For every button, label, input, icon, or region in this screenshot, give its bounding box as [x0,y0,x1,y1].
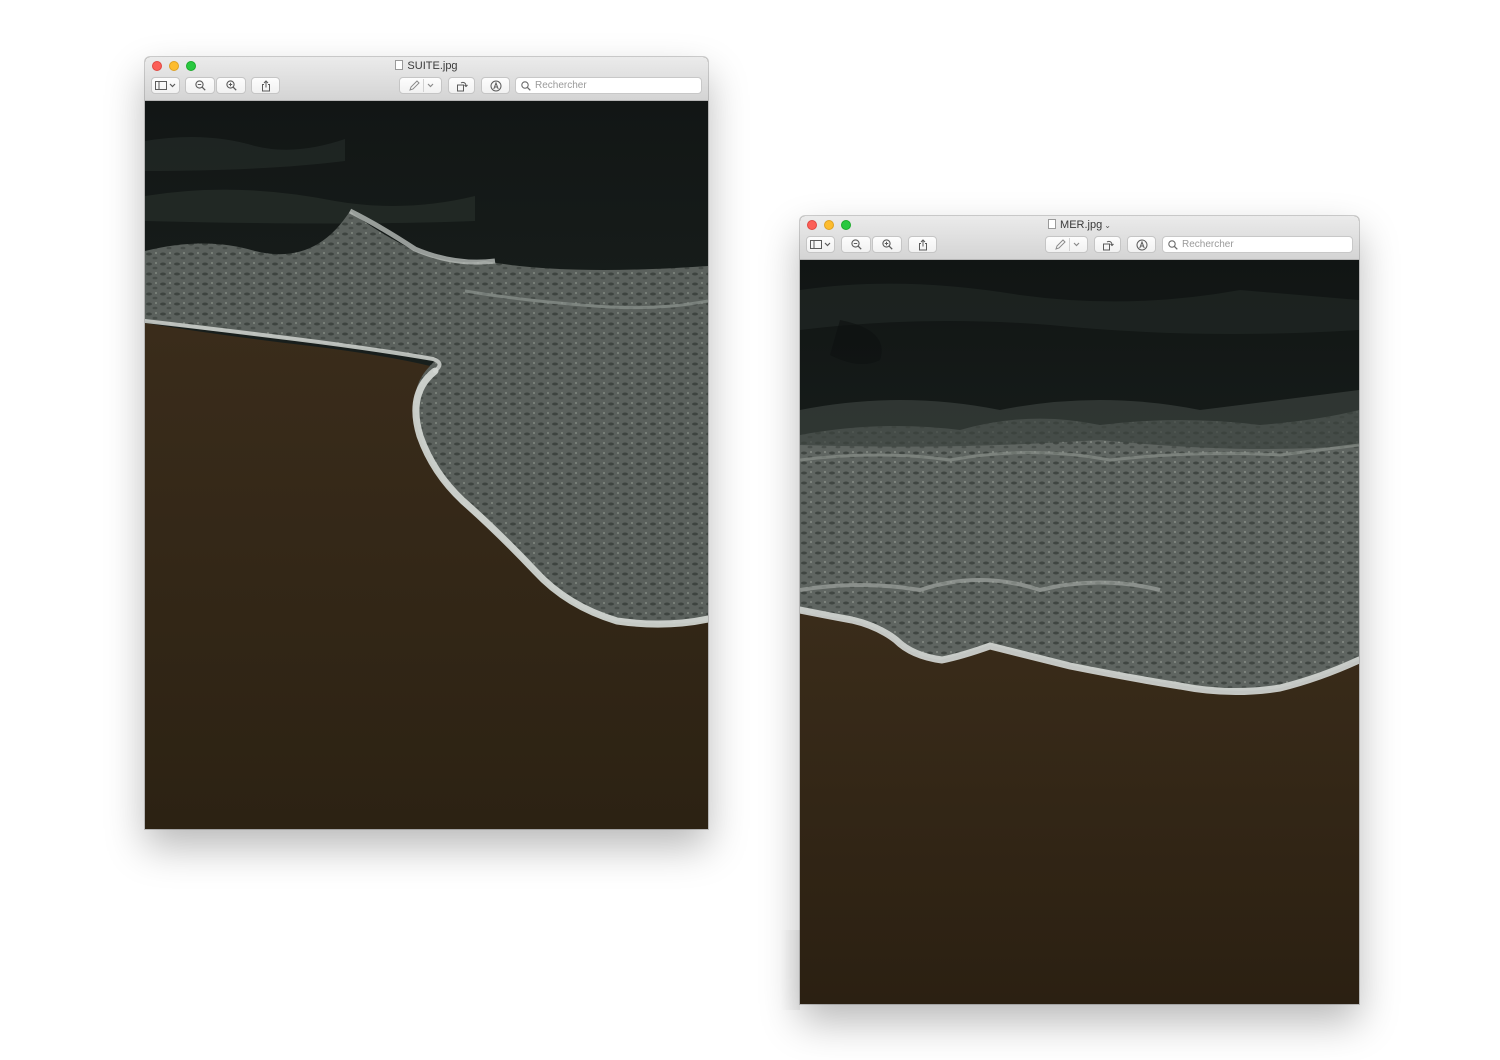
zoom-out-button[interactable] [185,77,215,94]
window-title[interactable]: SUITE.jpg [145,59,708,73]
search-placeholder: Rechercher [1182,239,1234,250]
rotate-icon [456,81,468,91]
beach-photo [145,101,708,829]
annotate-icon [1136,239,1147,250]
search-placeholder: Rechercher [535,80,587,91]
markup-pen-icon [408,79,420,91]
rotate-button[interactable] [448,77,475,94]
chevron-down-icon[interactable]: ⌄ [1104,221,1111,230]
annotate-button[interactable] [1127,236,1156,253]
markup-button[interactable] [399,77,442,94]
window-filename: MER.jpg [1060,219,1103,231]
search-icon [1168,239,1178,250]
search-field[interactable]: Rechercher [1162,236,1353,253]
window-title[interactable]: MER.jpg ⌄ [800,218,1359,233]
zoom-out-icon [194,80,206,91]
rotate-icon [1102,240,1114,250]
search-field[interactable]: Rechercher [515,77,702,94]
window-filename: SUITE.jpg [407,60,458,72]
image-canvas[interactable] [800,260,1359,1004]
window-shadow [780,930,800,1010]
chevron-down-icon [1073,242,1079,247]
share-button[interactable] [908,236,937,253]
annotate-button[interactable] [481,77,510,94]
sidebar-icon [155,81,167,90]
markup-button[interactable] [1045,236,1088,253]
zoom-in-button[interactable] [216,77,246,94]
document-icon [1048,219,1057,229]
chevron-down-icon [824,242,831,247]
rotate-button[interactable] [1094,236,1121,253]
sidebar-button[interactable] [806,236,835,253]
zoom-in-button[interactable] [872,236,902,253]
zoom-in-icon [881,239,893,250]
annotate-icon [490,80,501,91]
share-icon [918,238,927,250]
share-button[interactable] [251,77,280,94]
search-icon [521,80,531,91]
preview-window-mer: MER.jpg ⌄ Rechercher [800,216,1359,1004]
chevron-down-icon [169,83,176,88]
chevron-down-icon [427,83,433,88]
window-titlebar[interactable]: MER.jpg ⌄ Rechercher [800,216,1359,260]
window-titlebar[interactable]: SUITE.jpg Rechercher [145,57,708,101]
image-canvas[interactable] [145,101,708,829]
sidebar-button[interactable] [151,77,180,94]
beach-photo [800,260,1359,1004]
sidebar-icon [810,240,822,249]
zoom-in-icon [225,80,237,91]
share-icon [261,79,270,91]
zoom-out-button[interactable] [841,236,871,253]
zoom-out-icon [850,239,862,250]
preview-window-suite: SUITE.jpg Rechercher [145,57,708,829]
document-icon [395,60,404,70]
markup-pen-icon [1054,238,1066,250]
